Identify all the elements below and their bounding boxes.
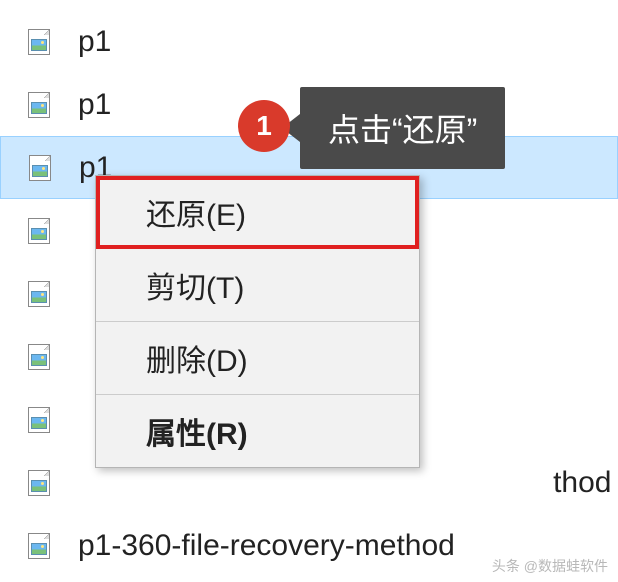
menu-item-cut[interactable]: 剪切(T) [96,249,419,322]
image-file-icon [28,407,50,433]
callout-number-badge: 1 [238,100,290,152]
file-name: p1 [78,88,111,122]
menu-item-properties[interactable]: 属性(R) [96,395,419,467]
callout-tooltip: 点击“还原” [300,87,505,169]
image-file-icon [28,281,50,307]
image-file-icon [28,470,50,496]
image-file-icon [29,155,51,181]
image-file-icon [28,92,50,118]
image-file-icon [28,29,50,55]
image-file-icon [28,533,50,559]
file-name: p1-360-file-recovery-method [78,529,455,563]
image-file-icon [28,344,50,370]
context-menu: 还原(E) 剪切(T) 删除(D) 属性(R) [95,175,420,468]
file-name: thod [78,466,611,500]
file-name: p1 [78,25,111,59]
menu-item-delete[interactable]: 删除(D) [96,322,419,395]
image-file-icon [28,218,50,244]
file-row[interactable]: p1 [0,10,618,73]
watermark: 头条 @数据蛙软件 [492,556,608,576]
menu-item-restore[interactable]: 还原(E) [96,176,419,249]
